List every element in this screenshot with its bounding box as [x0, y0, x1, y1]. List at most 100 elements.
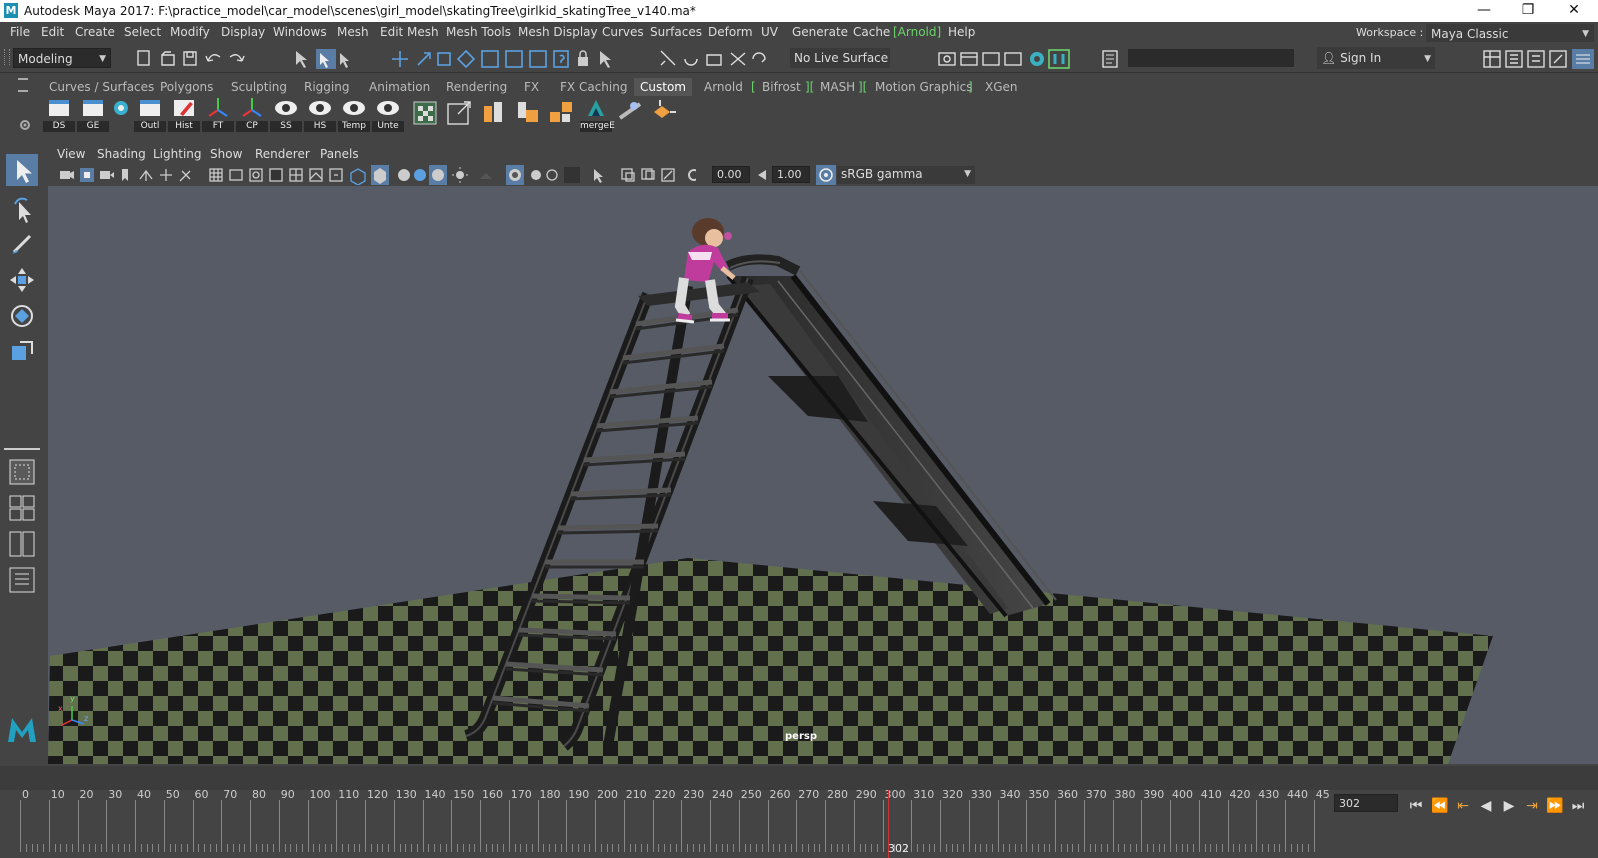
attribute-editor-icon[interactable]: [1100, 49, 1120, 69]
time-ruler[interactable]: 0 10 20 30 40 50 60 70 80 90 100 110 120 130 140 150 160…: [0, 788, 1330, 858]
current-frame-field[interactable]: 302: [1334, 794, 1398, 812]
gamma-field[interactable]: 1.00: [772, 166, 810, 183]
panel-toggle-icons[interactable]: [1480, 47, 1598, 71]
tab-polygons[interactable]: Polygons: [160, 78, 213, 96]
menu-edit[interactable]: Edit: [41, 25, 64, 39]
scale-tool-button[interactable]: [6, 336, 38, 368]
shelf-button-ds[interactable]: DS: [43, 96, 75, 132]
shelf-button-unte[interactable]: Unte: [372, 96, 404, 132]
two-pane-layout-button[interactable]: [6, 528, 38, 560]
panel-menu-shading[interactable]: Shading: [97, 147, 146, 161]
tab-rigging[interactable]: Rigging: [304, 78, 349, 96]
menu-lines-icon[interactable]: [18, 78, 28, 92]
shelf-button-temp[interactable]: Temp: [338, 96, 370, 132]
tab-curves-surfaces[interactable]: Curves / Surfaces: [49, 78, 154, 96]
workspace-dropdown[interactable]: Maya Classic ▼: [1426, 24, 1594, 42]
menu-display[interactable]: Display: [221, 25, 265, 39]
render-tools-icons[interactable]: [935, 47, 1075, 71]
play-forward-button[interactable]: ▶: [1499, 796, 1519, 816]
move-tool-button[interactable]: [6, 264, 38, 296]
menu-mesh-tools[interactable]: Mesh Tools: [446, 25, 511, 39]
menu-generate[interactable]: Generate: [792, 25, 848, 39]
time-slider[interactable]: 0 10 20 30 40 50 60 70 80 90 100 110 120 130 140 150 160…: [0, 788, 1598, 858]
step-back-frame-button[interactable]: ⇤: [1453, 796, 1473, 816]
gear-icon[interactable]: [18, 118, 32, 132]
menu-file[interactable]: File: [10, 25, 30, 39]
restore-button[interactable]: ❐: [1506, 0, 1550, 22]
rotate-tool-button[interactable]: [6, 300, 38, 332]
tab-arnold[interactable]: Arnold: [704, 78, 743, 96]
menu-curves[interactable]: Curves: [602, 25, 644, 39]
panel-toolbar-icons[interactable]: [56, 165, 696, 185]
paint-tool-button[interactable]: [6, 228, 38, 260]
color-management-icon[interactable]: [816, 165, 836, 185]
menu-arnold[interactable]: [Arnold]: [893, 25, 941, 39]
menu-uv[interactable]: UV: [761, 25, 778, 39]
shelf-button-mergee[interactable]: mergeE: [580, 96, 615, 132]
sign-in-button[interactable]: 👤︎ Sign In ▼: [1317, 47, 1435, 69]
grip-handle-icon[interactable]: [4, 49, 10, 65]
shelf-button-ss[interactable]: SS: [270, 96, 302, 132]
go-to-end-button[interactable]: ⏭: [1568, 796, 1588, 816]
menu-mesh-display[interactable]: Mesh Display: [518, 25, 598, 39]
tab-bifrost[interactable]: Bifrost: [762, 78, 801, 96]
step-back-key-button[interactable]: ⏪: [1430, 796, 1450, 816]
panel-menu-lighting[interactable]: Lighting: [153, 147, 202, 161]
single-pane-layout-button[interactable]: [6, 456, 38, 488]
color-space-dropdown[interactable]: sRGB gamma ▼: [837, 166, 975, 184]
shelf-button-blocks-3[interactable]: [546, 96, 578, 132]
menu-windows[interactable]: Windows: [273, 25, 327, 39]
viewport-persp[interactable]: x y z persp: [48, 186, 1598, 764]
panel-menu-show[interactable]: Show: [210, 147, 242, 161]
play-backward-button[interactable]: ◀: [1476, 796, 1496, 816]
menu-surfaces[interactable]: Surfaces: [650, 25, 702, 39]
step-forward-frame-button[interactable]: ⇥: [1522, 796, 1542, 816]
menu-help[interactable]: Help: [948, 25, 975, 39]
live-surface-field[interactable]: No Live Surface: [790, 48, 890, 68]
menu-deform[interactable]: Deform: [708, 25, 753, 39]
shelf-button-blocks-2[interactable]: [512, 96, 544, 132]
tab-sculpting[interactable]: Sculpting: [231, 78, 287, 96]
panel-menu-renderer[interactable]: Renderer: [255, 147, 310, 161]
shelf-button-blocks-1[interactable]: [478, 96, 510, 132]
panel-menu-view[interactable]: View: [57, 147, 85, 161]
tab-custom[interactable]: Custom: [634, 78, 692, 96]
shelf-button-link[interactable]: [614, 96, 646, 132]
shelf-button-circle[interactable]: [110, 96, 132, 132]
close-button[interactable]: ✕: [1552, 0, 1596, 22]
shelf-button-pivot[interactable]: [444, 96, 476, 132]
menu-select[interactable]: Select: [124, 25, 161, 39]
lasso-tool-button[interactable]: [6, 192, 38, 224]
outliner-layout-button[interactable]: [6, 564, 38, 596]
shelf-button-hs[interactable]: HS: [304, 96, 336, 132]
menu-modify[interactable]: Modify: [170, 25, 210, 39]
shelf-button-checker[interactable]: [410, 96, 442, 132]
shelf-button-outl[interactable]: Outl: [134, 96, 166, 132]
tab-rendering[interactable]: Rendering: [446, 78, 507, 96]
go-to-start-button[interactable]: ⏮: [1406, 796, 1426, 816]
command-search-field[interactable]: [1128, 49, 1294, 67]
tab-fx[interactable]: FX: [524, 78, 539, 96]
tab-animation[interactable]: Animation: [369, 78, 430, 96]
shelf-button-cp[interactable]: CP: [236, 96, 268, 132]
snap-tools-icons[interactable]: [655, 47, 785, 71]
exposure-field[interactable]: 0.00: [712, 166, 750, 183]
four-pane-layout-button[interactable]: [6, 492, 38, 524]
shelf-button-ge[interactable]: GE: [77, 96, 109, 132]
select-tool-button[interactable]: [6, 154, 38, 186]
menu-create[interactable]: Create: [75, 25, 115, 39]
tab-xgen[interactable]: XGen: [985, 78, 1018, 96]
shelf-button-arrows[interactable]: [648, 96, 680, 132]
menu-mesh[interactable]: Mesh: [337, 25, 369, 39]
menu-cache[interactable]: Cache: [853, 25, 890, 39]
scene-render[interactable]: [48, 186, 1598, 764]
tab-mash[interactable]: MASH: [820, 78, 855, 96]
shelf-button-ft[interactable]: FT: [202, 96, 234, 132]
shelf-button-hist[interactable]: Hist: [168, 96, 200, 132]
menu-edit-mesh[interactable]: Edit Mesh: [380, 25, 439, 39]
mode-dropdown[interactable]: Modeling ▼: [13, 48, 111, 68]
panel-menu-panels[interactable]: Panels: [320, 147, 359, 161]
file-select-tools-icons[interactable]: [120, 47, 660, 71]
minimize-button[interactable]: —: [1462, 0, 1506, 22]
tab-fx-caching[interactable]: FX Caching: [560, 78, 627, 96]
